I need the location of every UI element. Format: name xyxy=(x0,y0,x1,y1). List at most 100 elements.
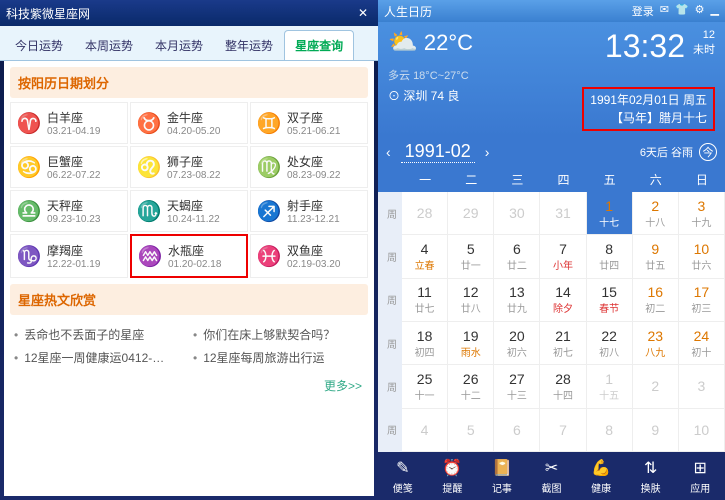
tab-2[interactable]: 本月运势 xyxy=(144,30,214,60)
calendar-cell[interactable]: 28十四 xyxy=(540,365,586,408)
right-titlebar: 人生日历 登录 ✉ 👕 ⚙ ▁ xyxy=(378,0,725,22)
calendar-cell[interactable]: 24初十 xyxy=(679,322,725,365)
zodiac-icon: ♍ xyxy=(255,153,283,181)
calendar-cell[interactable]: 16初二 xyxy=(633,279,679,322)
calendar-cell[interactable]: 27十三 xyxy=(494,365,540,408)
calendar-cell[interactable]: 2十八 xyxy=(633,192,679,235)
zodiac-item[interactable]: ♓双鱼座02.19-03.20 xyxy=(250,234,368,278)
calendar-cell[interactable]: 17初三 xyxy=(679,279,725,322)
calendar-cell[interactable]: 20初六 xyxy=(494,322,540,365)
calendar-cell[interactable]: 22初八 xyxy=(587,322,633,365)
zodiac-item[interactable]: ♋巨蟹座06.22-07.22 xyxy=(10,146,128,188)
calendar-cell[interactable]: 18初四 xyxy=(402,322,448,365)
calendar-cell[interactable]: 3 xyxy=(679,365,725,408)
calendar-cell[interactable]: 4 xyxy=(402,409,448,452)
article-link[interactable]: 12星座每周旅游出行运 xyxy=(189,346,368,369)
calendar-cell[interactable]: 19雨水 xyxy=(448,322,494,365)
calendar-cell[interactable]: 25十一 xyxy=(402,365,448,408)
tab-1[interactable]: 本周运势 xyxy=(74,30,144,60)
login-link[interactable]: 登录 xyxy=(632,3,654,19)
calendar-cell[interactable]: 5 xyxy=(448,409,494,452)
shirt-icon[interactable]: 👕 xyxy=(675,3,689,19)
calendar-cell[interactable]: 29 xyxy=(448,192,494,235)
calendar-cell[interactable]: 2 xyxy=(633,365,679,408)
bbar-记事[interactable]: 📔记事 xyxy=(477,452,527,500)
zodiac-icon: ♑ xyxy=(15,242,43,270)
calendar-cell[interactable]: 14除夕 xyxy=(540,279,586,322)
article-link[interactable]: 丢命也不丢面子的星座 xyxy=(10,323,189,346)
calendar-cell[interactable]: 3十九 xyxy=(679,192,725,235)
zodiac-item[interactable]: ♎天秤座09.23-10.23 xyxy=(10,190,128,232)
next-month-icon[interactable]: › xyxy=(485,144,490,160)
calendar-cell[interactable]: 6廿二 xyxy=(494,235,540,278)
calendar-cell[interactable]: 7小年 xyxy=(540,235,586,278)
bbar-提醒[interactable]: ⏰提醒 xyxy=(428,452,478,500)
article-link[interactable]: 12星座一周健康运0412-… xyxy=(10,346,189,369)
zodiac-item[interactable]: ♐射手座11.23-12.21 xyxy=(250,190,368,232)
calendar-cell[interactable]: 23八九 xyxy=(633,322,679,365)
month-year[interactable]: 1991-02 xyxy=(401,141,475,163)
calendar-cell[interactable]: 15春节 xyxy=(587,279,633,322)
prev-month-icon[interactable]: ‹ xyxy=(386,144,391,160)
zodiac-item[interactable]: ♊双子座05.21-06.21 xyxy=(250,102,368,144)
calendar-cell[interactable]: 8 xyxy=(587,409,633,452)
zodiac-item[interactable]: ♏天蝎座10.24-11.22 xyxy=(130,190,248,232)
zodiac-item[interactable]: ♉金牛座04.20-05.20 xyxy=(130,102,248,144)
tab-4[interactable]: 星座查询 xyxy=(284,30,354,60)
calendar-cell[interactable]: 1十五 xyxy=(587,365,633,408)
tab-0[interactable]: 今日运势 xyxy=(4,30,74,60)
close-icon[interactable]: ✕ xyxy=(354,6,372,20)
today-button[interactable]: 今 xyxy=(699,143,717,161)
calendar-cell[interactable]: 21初七 xyxy=(540,322,586,365)
zodiac-item[interactable]: ♍处女座08.23-09.22 xyxy=(250,146,368,188)
calendar-cell[interactable]: 12廿八 xyxy=(448,279,494,322)
min-icon[interactable]: ▁ xyxy=(711,3,719,19)
zodiac-icon: ♊ xyxy=(255,109,283,137)
bbar-便笺[interactable]: ✎便笺 xyxy=(378,452,428,500)
zodiac-item[interactable]: ♒水瓶座01.20-02.18 xyxy=(130,234,248,278)
next-term: 6天后 谷雨 xyxy=(640,144,693,160)
zodiac-icon: ♋ xyxy=(15,153,43,181)
calendar-cell[interactable]: 6 xyxy=(494,409,540,452)
calendar-cell[interactable]: 4立春 xyxy=(402,235,448,278)
calendar-cell[interactable]: 7 xyxy=(540,409,586,452)
zodiac-icon: ♈ xyxy=(15,109,43,137)
bbar-截图[interactable]: ✂截图 xyxy=(527,452,577,500)
msg-icon[interactable]: ✉ xyxy=(660,3,669,19)
zodiac-item[interactable]: ♌狮子座07.23-08.22 xyxy=(130,146,248,188)
calendar-cell[interactable]: 26十二 xyxy=(448,365,494,408)
calendar-cell[interactable]: 10 xyxy=(679,409,725,452)
calendar-grid: 周282930311十七2十八3十九周4立春5廿一6廿二7小年8廿四9廿五10廿… xyxy=(378,192,725,452)
tab-3[interactable]: 整年运势 xyxy=(214,30,284,60)
calendar-cell[interactable]: 9廿五 xyxy=(633,235,679,278)
calendar-cell[interactable]: 11廿七 xyxy=(402,279,448,322)
location[interactable]: 深圳 74 良 xyxy=(388,87,459,131)
gear-icon[interactable]: ⚙ xyxy=(695,3,705,19)
calendar-cell[interactable]: 28 xyxy=(402,192,448,235)
calendar-cell[interactable]: 8廿四 xyxy=(587,235,633,278)
calendar-cell[interactable]: 13廿九 xyxy=(494,279,540,322)
calendar-cell[interactable]: 10廿六 xyxy=(679,235,725,278)
zodiac-icon: ♏ xyxy=(135,197,163,225)
calendar-cell[interactable]: 31 xyxy=(540,192,586,235)
calendar-cell[interactable]: 5廿一 xyxy=(448,235,494,278)
zodiac-item[interactable]: ♑摩羯座12.22-01.19 xyxy=(10,234,128,278)
left-title: 科技紫微星座网 xyxy=(6,5,90,22)
article-link[interactable]: 你们在床上够默契合吗？ xyxy=(189,323,368,346)
calendar-cell[interactable]: 1十七 xyxy=(587,192,633,235)
calendar-cell[interactable]: 30 xyxy=(494,192,540,235)
bbar-应用[interactable]: ⊞应用 xyxy=(675,452,725,500)
calendar-cell[interactable]: 9 xyxy=(633,409,679,452)
bbar-健康[interactable]: 💪健康 xyxy=(576,452,626,500)
calendar-panel: 人生日历 登录 ✉ 👕 ⚙ ▁ ⛅ 22°C 13:32 12 未时 多云 18… xyxy=(378,0,725,500)
date-box: 1991年02月01日 周五 【马年】腊月十七 xyxy=(582,87,715,131)
more-link[interactable]: 更多>> xyxy=(10,373,368,398)
left-body: 按阳历日期划分 ♈白羊座03.21-04.19♉金牛座04.20-05.20♊双… xyxy=(4,61,374,496)
weekday-header: 一二三四五六日 xyxy=(378,167,725,192)
bbar-换肤[interactable]: ⇅换肤 xyxy=(626,452,676,500)
zodiac-icon: ♎ xyxy=(15,197,43,225)
zodiac-item[interactable]: ♈白羊座03.21-04.19 xyxy=(10,102,128,144)
article-list: 丢命也不丢面子的星座你们在床上够默契合吗？12星座一周健康运0412-…12星座… xyxy=(10,319,368,373)
section-header-date: 按阳历日期划分 xyxy=(10,67,368,98)
zodiac-icon: ♉ xyxy=(135,109,163,137)
